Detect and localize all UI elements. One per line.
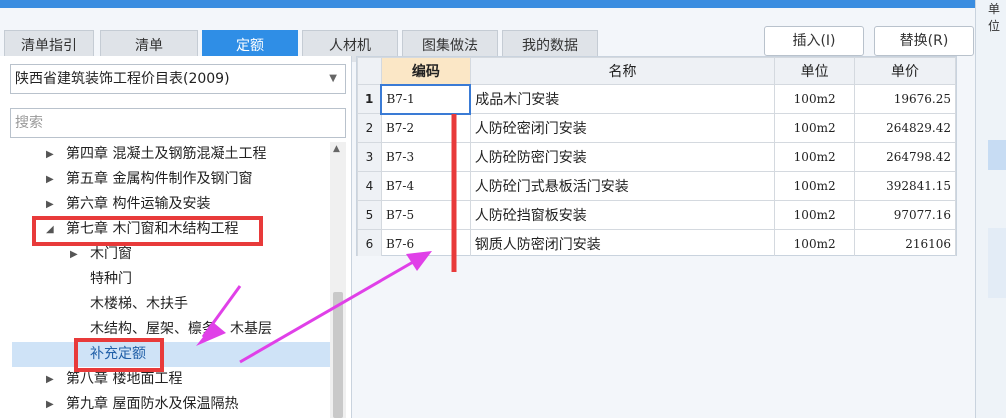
row-number: 4 xyxy=(357,171,382,201)
name-cell[interactable]: 成品木门安装 xyxy=(469,84,776,114)
unit-cell[interactable]: 100m2 xyxy=(774,84,856,114)
unit-cell[interactable]: 100m2 xyxy=(774,113,856,143)
chapter-tree: ▶ 第四章 混凝土及钢筋混凝土工程 ▶ 第五章 金属构件制作及钢门窗 ▶ 第六章… xyxy=(0,142,330,418)
table-row[interactable]: 4 B7-4 人防砼门式悬板活门安装 100m2 392841.15 xyxy=(357,171,956,201)
column-header-unit[interactable]: 单位 xyxy=(774,57,856,85)
table-row[interactable]: 2 B7-2 人防砼密闭门安装 100m2 264829.42 xyxy=(357,113,956,143)
right-panel-selection xyxy=(988,140,1006,170)
replace-button[interactable]: 替换(R) xyxy=(874,26,974,56)
code-cell[interactable]: B7-6 xyxy=(380,229,471,259)
expand-arrow-icon[interactable]: ▶ xyxy=(46,392,54,417)
price-cell[interactable]: 216106 xyxy=(854,229,956,259)
name-cell[interactable]: 人防砼防密门安装 xyxy=(469,142,776,172)
table-row[interactable]: 5 B7-5 人防砼挡窗板安装 100m2 97077.16 xyxy=(357,200,956,230)
row-number: 2 xyxy=(357,113,382,143)
tree-node-special-doors[interactable]: 特种门 xyxy=(0,267,330,292)
tree-scrollbar[interactable]: ▲ xyxy=(330,142,346,418)
tree-node-chapter-8[interactable]: ▶ 第八章 楼地面工程 xyxy=(0,367,330,392)
unit-cell[interactable]: 100m2 xyxy=(774,142,856,172)
window-title-bar xyxy=(0,0,1006,8)
tab-bar: 清单指引 清单 定额 人材机 图集做法 我的数据 插入(I) 替换(R) xyxy=(0,8,975,62)
tree-node-label: 第五章 金属构件制作及钢门窗 xyxy=(66,171,253,187)
right-panel-row xyxy=(988,228,1006,298)
tree-node-chapter-5[interactable]: ▶ 第五章 金属构件制作及钢门窗 xyxy=(0,167,330,192)
code-cell[interactable]: B7-5 xyxy=(380,200,471,230)
price-cell[interactable]: 97077.16 xyxy=(854,200,956,230)
chevron-down-icon[interactable]: ▼ xyxy=(329,65,337,93)
tree-node-label: 第六章 构件运输及安装 xyxy=(66,196,211,212)
tree-node-label: 木楼梯、木扶手 xyxy=(90,296,188,312)
tree-node-chapter-9[interactable]: ▶ 第九章 屋面防水及保温隔热 xyxy=(0,392,330,417)
insert-button[interactable]: 插入(I) xyxy=(764,26,864,56)
table-row[interactable]: 6 B7-6 钢质人防密闭门安装 100m2 216106 xyxy=(357,229,956,259)
scrollbar-thumb[interactable] xyxy=(333,292,343,418)
code-cell[interactable]: B7-2 xyxy=(380,113,471,143)
name-cell[interactable]: 人防砼密闭门安装 xyxy=(469,113,776,143)
price-cell[interactable]: 264829.42 xyxy=(854,113,956,143)
unit-cell[interactable]: 100m2 xyxy=(774,171,856,201)
row-number: 3 xyxy=(357,142,382,172)
row-number: 1 xyxy=(357,84,382,114)
tree-node-label: 特种门 xyxy=(90,271,132,287)
column-header-name[interactable]: 名称 xyxy=(469,57,776,85)
price-cell[interactable]: 264798.42 xyxy=(854,142,956,172)
name-cell[interactable]: 人防砼门式悬板活门安装 xyxy=(469,171,776,201)
scroll-up-icon[interactable]: ▲ xyxy=(333,144,340,154)
table-row[interactable]: 3 B7-3 人防砼防密门安装 100m2 264798.42 xyxy=(357,142,956,172)
search-input[interactable]: 搜索 xyxy=(10,108,346,138)
unit-cell[interactable]: 100m2 xyxy=(774,200,856,230)
row-number: 6 xyxy=(357,229,382,259)
tree-node-label: 第九章 屋面防水及保温隔热 xyxy=(66,396,239,412)
row-number-header xyxy=(357,57,382,85)
expand-arrow-icon[interactable]: ▶ xyxy=(46,167,54,192)
tree-node-wood-structure[interactable]: 木结构、屋架、檩条、木基层 xyxy=(0,317,330,342)
right-panel-header: 单位 xyxy=(988,2,1001,33)
price-cell[interactable]: 392841.15 xyxy=(854,171,956,201)
tree-node-label: 第四章 混凝土及钢筋混凝土工程 xyxy=(66,146,267,162)
tree-node-chapter-4[interactable]: ▶ 第四章 混凝土及钢筋混凝土工程 xyxy=(0,142,330,167)
name-cell[interactable]: 钢质人防密闭门安装 xyxy=(469,229,776,259)
tree-node-supplementary-quota[interactable]: 补充定额 xyxy=(12,342,330,367)
code-cell[interactable]: B7-3 xyxy=(380,142,471,172)
column-header-price[interactable]: 单价 xyxy=(854,57,956,85)
grid-empty-area xyxy=(356,256,975,418)
column-header-code[interactable]: 编码 xyxy=(380,57,471,85)
annotation-highlight-supplementary xyxy=(74,338,164,372)
expand-arrow-icon[interactable]: ▶ xyxy=(46,367,54,392)
tree-node-chapter-6[interactable]: ▶ 第六章 构件运输及安装 xyxy=(0,192,330,217)
annotation-highlight-chapter-7 xyxy=(32,216,263,246)
tree-node-wood-stairs[interactable]: 木楼梯、木扶手 xyxy=(0,292,330,317)
expand-arrow-icon[interactable]: ▶ xyxy=(46,142,54,167)
code-cell[interactable]: B7-1 xyxy=(380,83,472,115)
right-side-panel: 单位 xyxy=(975,0,1006,418)
row-number: 5 xyxy=(357,200,382,230)
price-cell[interactable]: 19676.25 xyxy=(854,84,956,114)
unit-cell[interactable]: 100m2 xyxy=(774,229,856,259)
library-select[interactable]: 陕西省建筑装饰工程价目表(2009) ▼ xyxy=(10,64,346,94)
quota-grid: 编码 名称 单位 单价 1 B7-1 成品木门安装 100m2 19676.25… xyxy=(356,56,957,259)
name-cell[interactable]: 人防砼挡窗板安装 xyxy=(469,200,776,230)
code-cell[interactable]: B7-4 xyxy=(380,171,471,201)
library-select-value: 陕西省建筑装饰工程价目表(2009) xyxy=(15,71,230,87)
table-row[interactable]: 1 B7-1 成品木门安装 100m2 19676.25 xyxy=(357,83,956,115)
expand-arrow-icon[interactable]: ▶ xyxy=(46,192,54,217)
